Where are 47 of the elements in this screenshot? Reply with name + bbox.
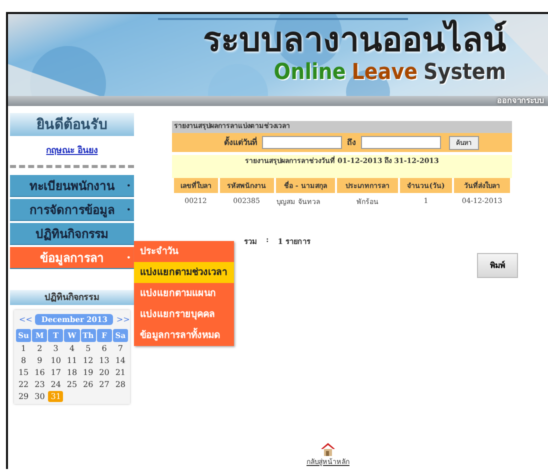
welcome-heading: ยินดีต้อนรับ <box>10 113 134 136</box>
calendar-day[interactable]: 30 <box>32 391 48 402</box>
calendar-day[interactable]: 29 <box>16 391 32 402</box>
calendar-day[interactable]: 6 <box>96 343 112 354</box>
calendar-heading: ปฏิทินกิจกรรม <box>10 290 134 305</box>
calendar-day[interactable]: 3 <box>48 343 64 354</box>
calendar-day[interactable]: 5 <box>80 343 96 354</box>
calendar-day[interactable]: 9 <box>32 355 48 366</box>
calendar-day[interactable]: 26 <box>80 379 96 390</box>
calendar-day[interactable]: 2 <box>32 343 48 354</box>
next-month-link[interactable]: >> <box>113 315 133 324</box>
date-input[interactable] <box>262 136 342 149</box>
user-link[interactable]: กฤษณะ อินยง <box>46 143 98 157</box>
calendar-day[interactable]: 19 <box>80 367 96 378</box>
calendar-day[interactable]: 17 <box>48 367 64 378</box>
calendar-day[interactable]: 28 <box>112 379 128 390</box>
field-label: ตั้งแต่วันที่ <box>224 136 257 149</box>
site-subtitle: Online Leave System <box>274 60 506 86</box>
calendar-day[interactable]: 22 <box>16 379 32 390</box>
menu-item[interactable]: การจัดการข้อมูล • <box>10 199 134 221</box>
calendar-day[interactable]: 18 <box>64 367 80 378</box>
menu-item[interactable]: ทะเบียนพนักงาน • <box>10 175 134 197</box>
calendar-day[interactable]: 21 <box>112 367 128 378</box>
calendar-day[interactable]: 16 <box>32 367 48 378</box>
calendar-day[interactable]: 7 <box>112 343 128 354</box>
calendar-day[interactable]: 8 <box>16 355 32 366</box>
calendar-day[interactable]: 20 <box>96 367 112 378</box>
calendar-day[interactable]: 1 <box>16 343 32 354</box>
calendar-day[interactable]: 14 <box>112 355 128 366</box>
house-icon <box>320 442 336 456</box>
menu-item[interactable]: ปฏิทินกิจกรรม <box>10 223 134 245</box>
calendar-day[interactable]: 15 <box>16 367 32 378</box>
field-label: ถึง <box>347 137 356 149</box>
calendar-day[interactable]: 13 <box>96 355 112 366</box>
calendar-day[interactable]: 12 <box>80 355 96 366</box>
prev-month-link[interactable]: << <box>16 315 36 324</box>
calendar-day[interactable]: 10 <box>48 355 64 366</box>
calendar-day[interactable]: 4 <box>64 343 80 354</box>
calendar-day[interactable]: 24 <box>48 379 64 390</box>
site-title: ระบบลางานออนไลน์ <box>203 20 506 60</box>
submenu-item[interactable]: แบ่งแยกตามช่วงเวลา <box>134 262 234 283</box>
calendar-day[interactable]: 11 <box>64 355 80 366</box>
print-button[interactable]: พิมพ์ <box>477 253 518 278</box>
calendar-day[interactable]: 23 <box>32 379 48 390</box>
calendar-day[interactable]: 25 <box>64 379 80 390</box>
date-input[interactable] <box>361 136 441 149</box>
calendar-day[interactable]: 27 <box>96 379 112 390</box>
